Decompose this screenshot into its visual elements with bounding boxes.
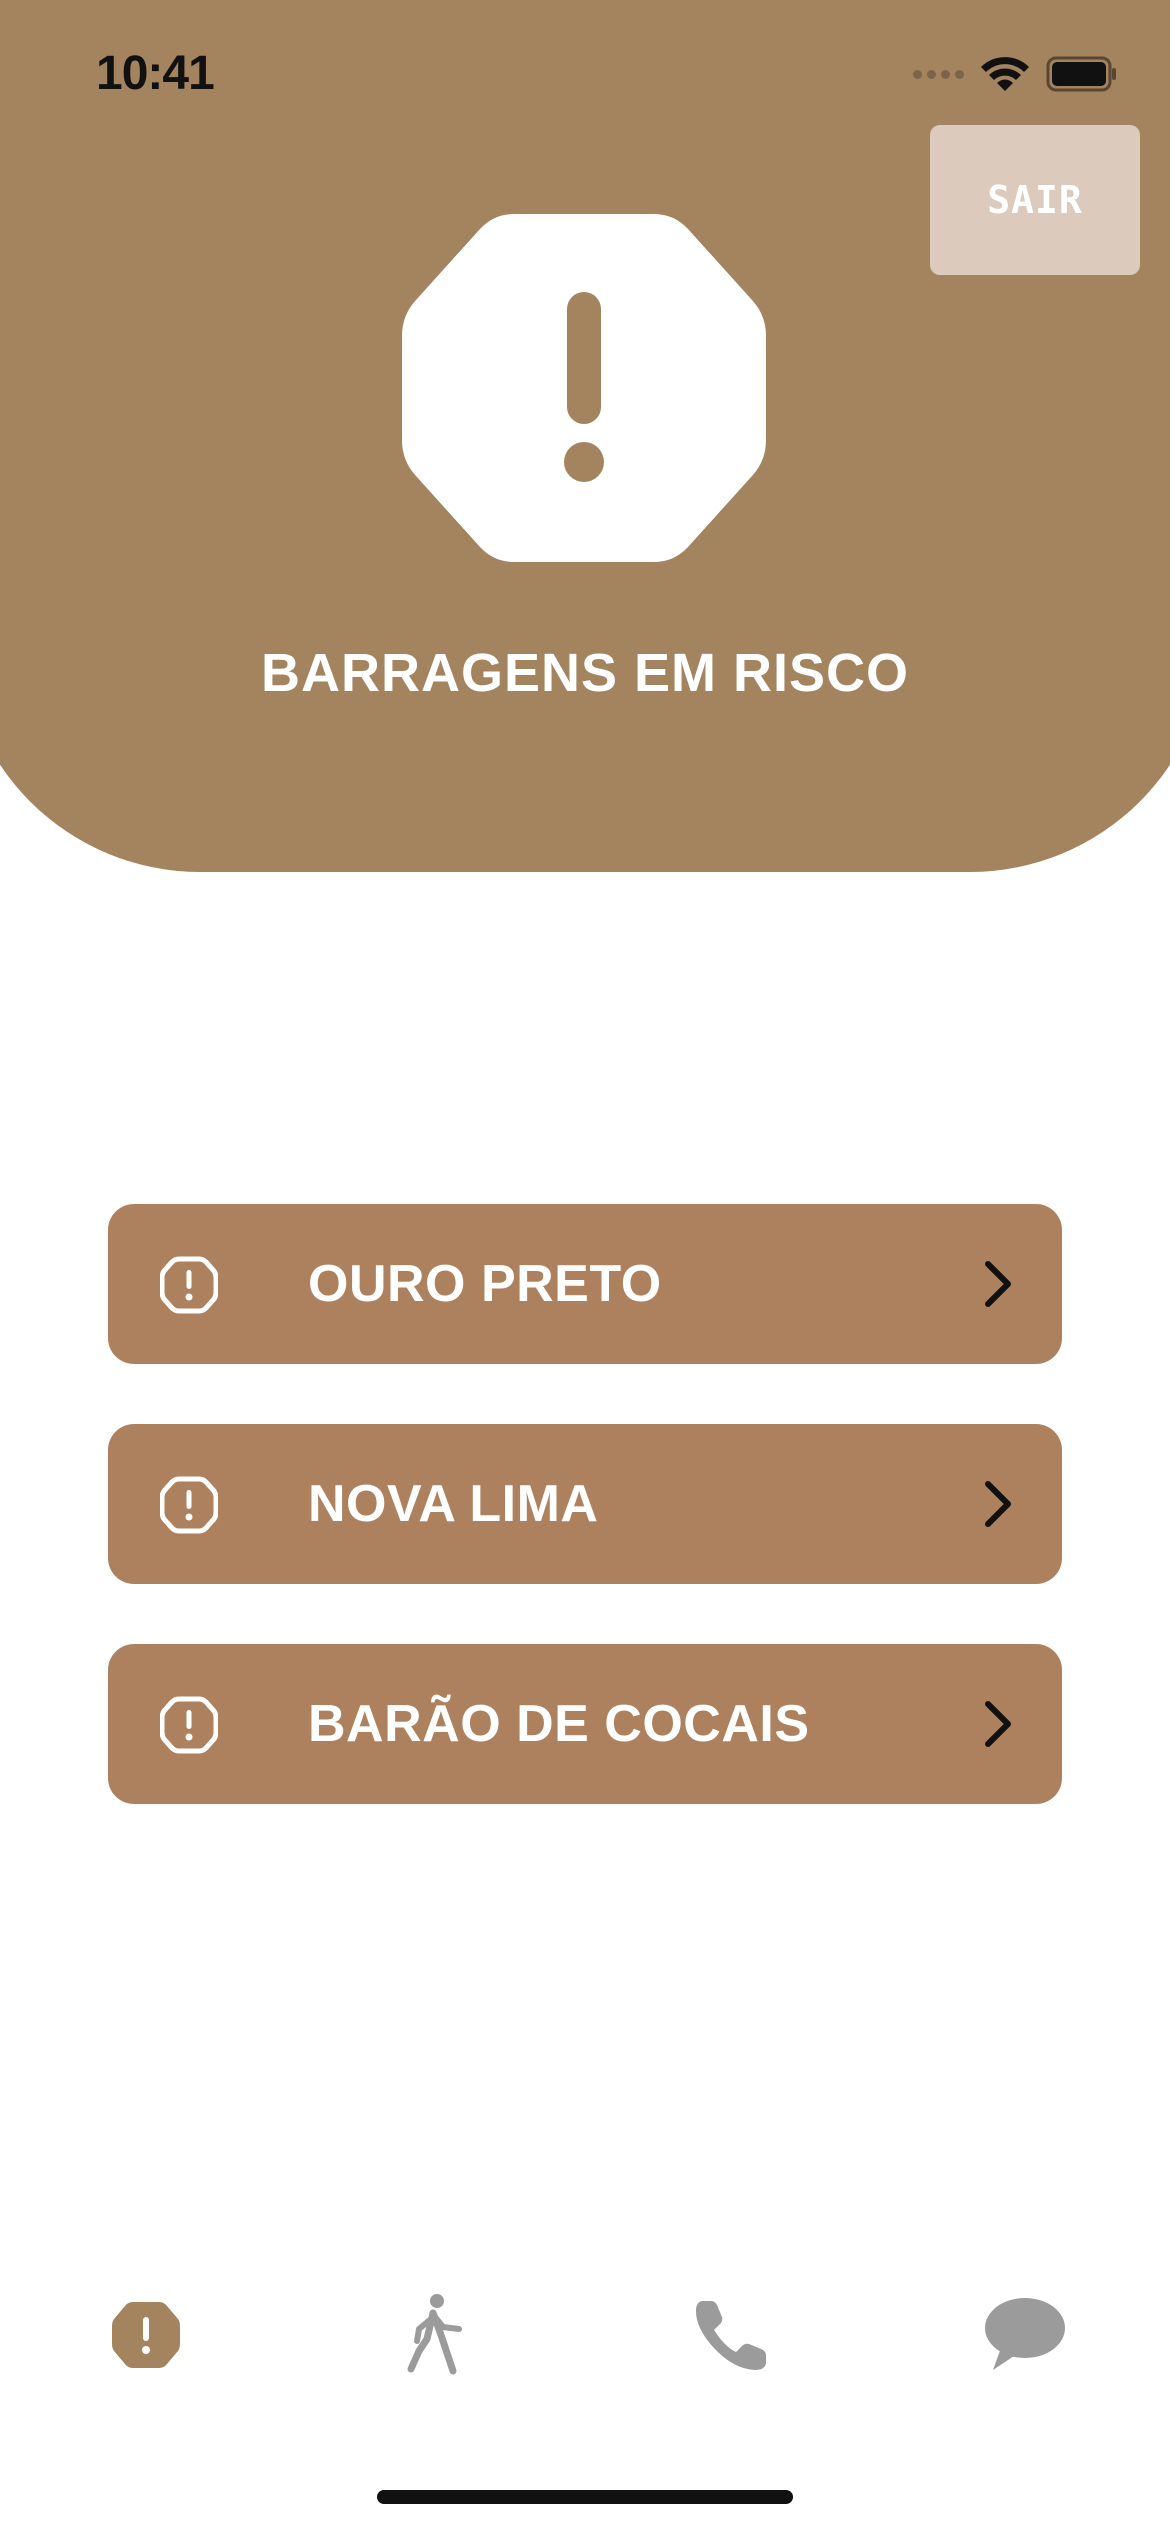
city-item-label: BARÃO DE COCAIS	[308, 1695, 810, 1753]
chevron-right-icon	[985, 1701, 1011, 1747]
battery-icon	[1046, 56, 1116, 92]
status-time: 10:41	[96, 47, 215, 100]
city-item-nova-lima[interactable]: NOVA LIMA	[108, 1424, 1062, 1584]
home-indicator	[377, 2490, 793, 2504]
walking-person-icon	[407, 2294, 462, 2375]
chevron-right-icon	[985, 1261, 1011, 1307]
alert-octagon-icon	[160, 1476, 218, 1534]
tab-alerts[interactable]	[101, 2290, 191, 2380]
alert-octagon-icon	[160, 1256, 218, 1314]
alert-octagon-icon	[112, 2302, 180, 2368]
tab-bar	[0, 2290, 1170, 2390]
cellular-signal-icon	[913, 69, 964, 79]
tab-messages[interactable]	[980, 2290, 1070, 2380]
city-item-label: NOVA LIMA	[308, 1475, 599, 1533]
alert-octagon-icon	[160, 1696, 218, 1754]
alert-octagon-icon	[402, 214, 766, 562]
wifi-icon	[981, 57, 1029, 91]
tab-emergency-call[interactable]	[686, 2290, 776, 2380]
city-item-ouro-preto[interactable]: OURO PRETO	[108, 1204, 1062, 1364]
city-item-label: OURO PRETO	[308, 1255, 662, 1313]
phone-icon	[695, 2301, 766, 2370]
city-item-barao-de-cocais[interactable]: BARÃO DE COCAIS	[108, 1644, 1062, 1804]
page-title: BARRAGENS EM RISCO	[260, 643, 910, 703]
exit-button[interactable]: SAIR	[930, 125, 1140, 275]
tab-evacuation[interactable]	[392, 2290, 482, 2380]
chevron-right-icon	[985, 1481, 1011, 1527]
status-icons	[913, 54, 1118, 94]
chat-bubble-icon	[985, 2298, 1065, 2370]
